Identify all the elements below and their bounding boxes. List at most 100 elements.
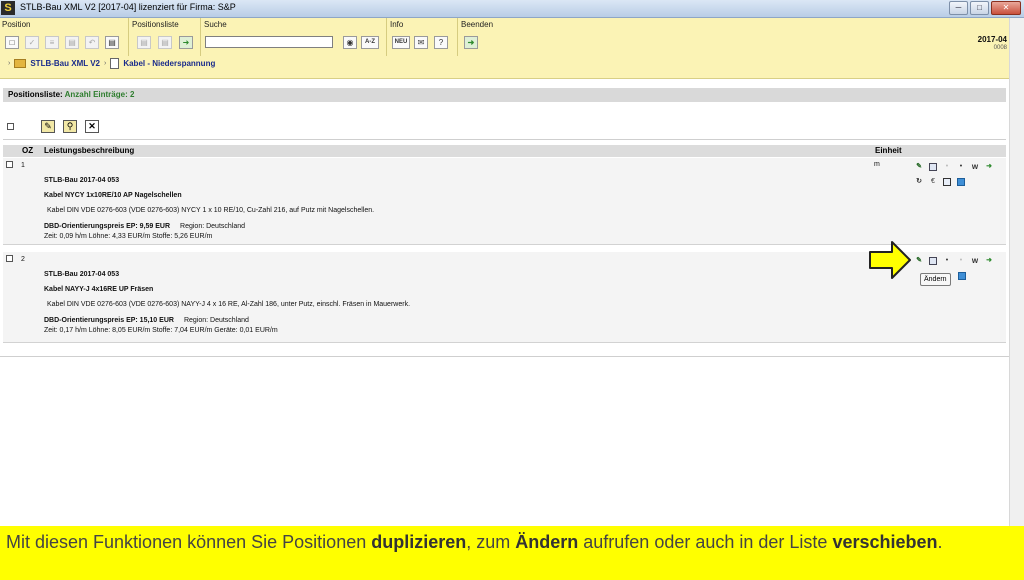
copy-button[interactable]: ▤ (65, 36, 79, 49)
list-edit-icon[interactable]: ✎ (41, 120, 55, 133)
toolbar: Position □ ✓ ≡ ▤ ↶ ▤ Positionsliste ▤ ▤ … (0, 18, 1024, 79)
col-einheit[interactable]: Einheit (875, 145, 902, 157)
info-icon[interactable] (957, 178, 965, 186)
row-action-icons-2: ↻ € (915, 178, 965, 186)
row-action-icons: ✎ • • w ➜ (915, 163, 993, 171)
group-suche: Suche ◉ A-Z (201, 18, 387, 56)
move-up-icon[interactable]: • (943, 163, 951, 171)
list-action-bar: ✎ ⚲ ✕ (3, 113, 1006, 140)
vertical-scrollbar[interactable] (1009, 18, 1024, 526)
version-year: 2017-04 (977, 35, 1007, 44)
exit-icon[interactable]: ➜ (464, 36, 478, 49)
row-long-text: Kabel DIN VDE 0276-603 (VDE 0276-603) NY… (47, 207, 375, 214)
app-icon: S (1, 1, 15, 15)
caption-text-4: . (937, 532, 943, 552)
col-beschreibung[interactable]: Leistungsbeschreibung (44, 145, 134, 157)
window-title: STLB-Bau XML V2 [2017-04] lizenziert für… (20, 2, 236, 12)
transfer-icon[interactable]: ➜ (985, 163, 993, 171)
print-button[interactable]: ▤ (105, 36, 119, 49)
delete-icon[interactable]: ✕ (85, 120, 99, 133)
row-unit: m (874, 161, 880, 168)
row-action-icons: ✎ • • w ➜ (915, 257, 993, 265)
export-button[interactable]: ➜ (179, 36, 193, 49)
column-header: OZ Leistungsbeschreibung Einheit (3, 145, 1006, 157)
search-input[interactable] (205, 36, 333, 48)
tooltip-aendern: Ändern (920, 273, 951, 286)
new-items-button[interactable]: NEU (392, 36, 410, 49)
document-icon (110, 57, 120, 69)
row-price: DBD-Orientierungspreis EP: 9,59 EUR Regio… (44, 223, 245, 230)
row-details: Zeit: 0,09 h/m Löhne: 4,33 EUR/m Stoffe:… (44, 233, 213, 240)
row-long-text: Kabel DIN VDE 0276-603 (VDE 0276-603) NA… (47, 301, 411, 308)
group-beenden: Beenden ➜ (458, 18, 518, 56)
row-region: Region: Deutschland (183, 317, 249, 324)
euro-icon[interactable]: € (929, 178, 937, 186)
row-checkbox[interactable] (6, 255, 13, 262)
w-icon[interactable]: w (971, 163, 979, 171)
refresh-icon[interactable]: ↻ (915, 178, 923, 186)
move-down-icon[interactable]: • (957, 257, 965, 265)
minimize-button[interactable]: ─ (949, 1, 968, 15)
row-action-icons-2 (958, 272, 966, 280)
w-icon[interactable]: w (971, 257, 979, 265)
group-label-suche: Suche (204, 20, 227, 29)
table-row[interactable]: 2 STLB-Bau 2017-04 053 Kabel NAYY-J 4x16… (3, 252, 1006, 343)
group-position: Position □ ✓ ≡ ▤ ↶ ▤ (0, 18, 129, 56)
entry-count: Anzahl Einträge: 2 (64, 90, 135, 99)
new-position-button[interactable]: □ (5, 36, 19, 49)
caption-bold-aendern: Ändern (515, 532, 579, 552)
col-oz[interactable]: OZ (22, 145, 33, 157)
row-price: DBD-Orientierungspreis EP: 15,10 EUR Regi… (44, 317, 249, 324)
list-save-button[interactable]: ▤ (158, 36, 172, 49)
move-up-icon[interactable]: • (943, 257, 951, 265)
group-positionsliste: Positionsliste ▤ ▤ ➜ (129, 18, 201, 56)
row-oz: 2 (21, 256, 25, 263)
list-button[interactable]: ≡ (45, 36, 59, 49)
breadcrumb: › STLB-Bau XML V2 › Kabel - Niederspannu… (8, 56, 215, 70)
group-label-info: Info (390, 20, 404, 29)
caption-bold-duplizieren: duplizieren (371, 532, 467, 552)
row-price-label: DBD-Orientierungspreis EP: 9,59 EUR (44, 223, 171, 230)
transfer-icon[interactable]: ➜ (985, 257, 993, 265)
table-icon[interactable] (943, 178, 951, 186)
row-checkbox[interactable] (6, 161, 13, 168)
version-sub: 0008 (993, 45, 1007, 51)
list-search-icon[interactable]: ⚲ (63, 120, 77, 133)
edit-icon[interactable]: ✎ (915, 163, 923, 171)
title-bar: S STLB-Bau XML V2 [2017-04] lizenziert f… (0, 0, 1024, 18)
table-row[interactable]: 1 m STLB-Bau 2017-04 053 Kabel NYCY 1x10… (3, 158, 1006, 245)
group-info: Info NEU ✉ ? (387, 18, 458, 56)
pointer-arrow-icon (869, 241, 911, 279)
duplicate-icon[interactable] (929, 257, 937, 265)
move-down-icon[interactable]: • (957, 163, 965, 171)
window-controls: ─ □ ✕ (949, 1, 1021, 15)
edit-icon[interactable]: ✎ (915, 257, 923, 265)
group-label-beenden: Beenden (461, 20, 494, 29)
group-label-positionsliste: Positionsliste (132, 20, 179, 29)
row-details: Zeit: 0,17 h/m Löhne: 8,05 EUR/m Stoffe:… (44, 327, 278, 334)
chevron-right-icon: › (8, 59, 11, 67)
chevron-right-icon: › (103, 59, 107, 67)
group-label-position: Position (2, 20, 31, 29)
breadcrumb-current[interactable]: Kabel - Niederspannung (123, 59, 215, 68)
mail-icon[interactable]: ✉ (414, 36, 428, 49)
caption-text-3: aufrufen oder auch in der Liste (578, 532, 833, 552)
breadcrumb-root[interactable]: STLB-Bau XML V2 (30, 59, 100, 68)
undo-button[interactable]: ↶ (85, 36, 99, 49)
info-icon[interactable] (958, 272, 966, 280)
row-region: Region: Deutschland (180, 223, 246, 230)
close-button[interactable]: ✕ (991, 1, 1021, 15)
divider (0, 356, 1010, 357)
az-search-button[interactable]: A-Z (361, 36, 379, 49)
check-button[interactable]: ✓ (25, 36, 39, 49)
list-header: Positionsliste: Anzahl Einträge: 2 (3, 88, 1006, 102)
list-header-label: Positionsliste: (8, 90, 63, 99)
list-open-button[interactable]: ▤ (137, 36, 151, 49)
select-all-checkbox[interactable] (7, 123, 14, 130)
maximize-button[interactable]: □ (970, 1, 989, 15)
caption-text-2: , zum (466, 532, 516, 552)
caption-text-1: Mit diesen Funktionen können Sie Positio… (6, 532, 372, 552)
binoculars-icon[interactable]: ◉ (343, 36, 357, 49)
help-button[interactable]: ? (434, 36, 448, 49)
duplicate-icon[interactable] (929, 163, 937, 171)
